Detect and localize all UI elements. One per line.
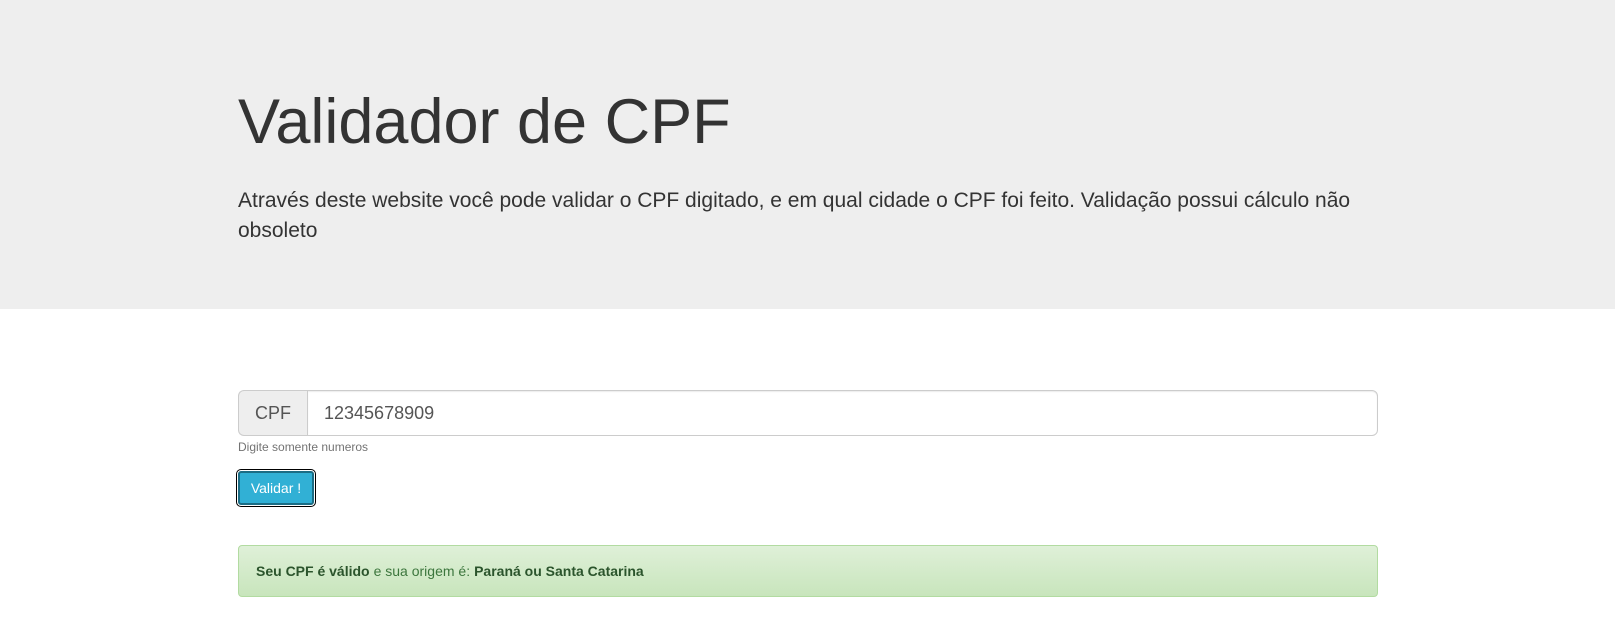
jumbotron-header: Validador de CPF Através deste website v…	[0, 0, 1615, 309]
validate-button[interactable]: Validar !	[236, 469, 316, 507]
cpf-addon-label: CPF	[238, 390, 307, 436]
result-origin-label: e sua origem é:	[373, 563, 471, 579]
page-description: Através deste website você pode validar …	[238, 189, 1351, 242]
page-title: Validador de CPF	[238, 87, 731, 157]
result-alert: Seu CPF é válido e sua origem é: Paraná …	[238, 545, 1378, 597]
cpf-input[interactable]	[307, 390, 1378, 436]
cpf-help-text: Digite somente numeros	[238, 440, 369, 454]
result-origin: Paraná ou Santa Catarina	[474, 563, 644, 579]
result-status: Seu CPF é válido	[256, 563, 370, 579]
cpf-input-group: CPF	[238, 390, 1378, 436]
